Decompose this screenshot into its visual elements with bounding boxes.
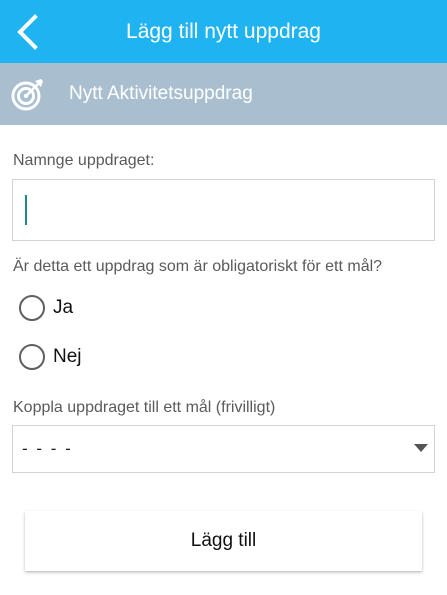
mandatory-question-label: Är detta ett uppdrag som är obligatorisk… xyxy=(13,258,383,275)
section-header: Nytt Aktivitetsuppdrag xyxy=(0,63,447,125)
radio-option-nej[interactable]: Nej xyxy=(19,343,82,371)
app-bar: Lägg till nytt uppdrag xyxy=(0,0,447,63)
text-caret xyxy=(25,195,27,225)
goal-select-value: - - - - xyxy=(22,439,73,458)
name-label: Namnge uppdraget: xyxy=(13,152,155,169)
target-icon xyxy=(11,79,43,111)
goal-label: Koppla uppdraget till ett mål (frivillig… xyxy=(13,399,276,416)
radio-button[interactable] xyxy=(19,344,45,370)
radio-label: Ja xyxy=(53,297,74,318)
radio-button[interactable] xyxy=(19,295,45,321)
goal-select[interactable]: - - - - xyxy=(12,425,435,473)
add-button[interactable]: Lägg till xyxy=(25,511,422,571)
radio-option-ja[interactable]: Ja xyxy=(19,294,73,322)
dropdown-arrow-icon xyxy=(414,444,428,452)
radio-label: Nej xyxy=(53,346,82,367)
name-input[interactable] xyxy=(12,179,435,241)
page-title: Lägg till nytt uppdrag xyxy=(126,20,321,43)
section-title: Nytt Aktivitetsuppdrag xyxy=(69,83,253,104)
